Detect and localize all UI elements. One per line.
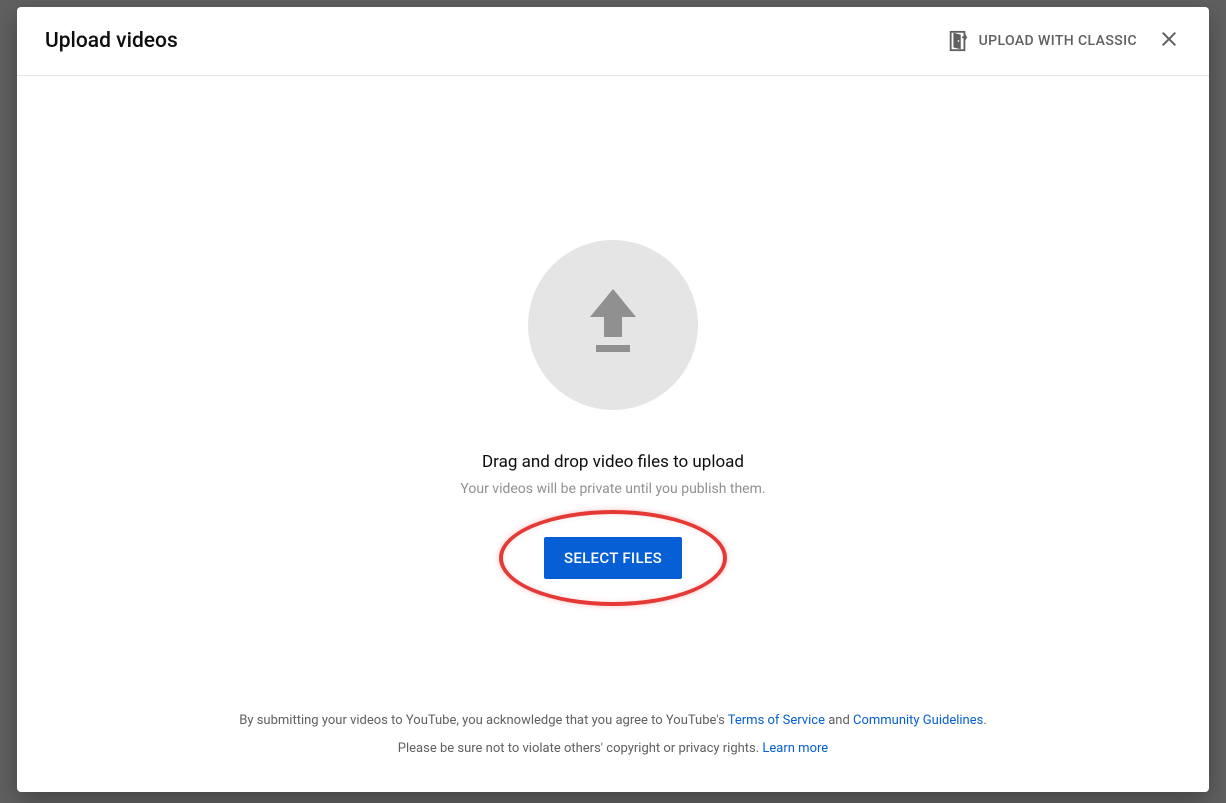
upload-with-classic-button[interactable]: UPLOAD WITH CLASSIC xyxy=(947,30,1137,52)
dialog-content: Drag and drop video files to upload Your… xyxy=(17,76,1209,683)
close-button[interactable] xyxy=(1157,27,1181,55)
footer-text: . xyxy=(983,713,986,728)
footer-text: By submitting your videos to YouTube, yo… xyxy=(239,713,728,728)
terms-of-service-link[interactable]: Terms of Service xyxy=(728,713,825,728)
footer-line-2: Please be sure not to violate others' co… xyxy=(47,735,1179,762)
close-icon xyxy=(1157,27,1181,55)
dialog-title: Upload videos xyxy=(45,29,178,53)
drag-drop-title: Drag and drop video files to upload xyxy=(482,452,744,472)
footer-text: Please be sure not to violate others' co… xyxy=(398,741,763,756)
select-files-wrapper: SELECT FILES xyxy=(544,537,682,579)
upload-drop-zone[interactable] xyxy=(528,240,698,410)
select-files-button[interactable]: SELECT FILES xyxy=(544,537,682,579)
upload-dialog: Upload videos UPLOAD WITH CLASSIC xyxy=(17,7,1209,792)
dialog-footer: By submitting your videos to YouTube, yo… xyxy=(17,683,1209,792)
footer-line-1: By submitting your videos to YouTube, yo… xyxy=(47,707,1179,734)
footer-text: and xyxy=(825,713,853,728)
exit-door-icon xyxy=(947,30,969,52)
upload-with-classic-label: UPLOAD WITH CLASSIC xyxy=(979,33,1137,49)
header-actions: UPLOAD WITH CLASSIC xyxy=(947,27,1181,55)
community-guidelines-link[interactable]: Community Guidelines xyxy=(853,713,983,728)
dialog-header: Upload videos UPLOAD WITH CLASSIC xyxy=(17,7,1209,76)
drag-drop-subtitle: Your videos will be private until you pu… xyxy=(460,481,765,497)
learn-more-link[interactable]: Learn more xyxy=(762,741,828,756)
upload-arrow-icon xyxy=(584,289,642,361)
